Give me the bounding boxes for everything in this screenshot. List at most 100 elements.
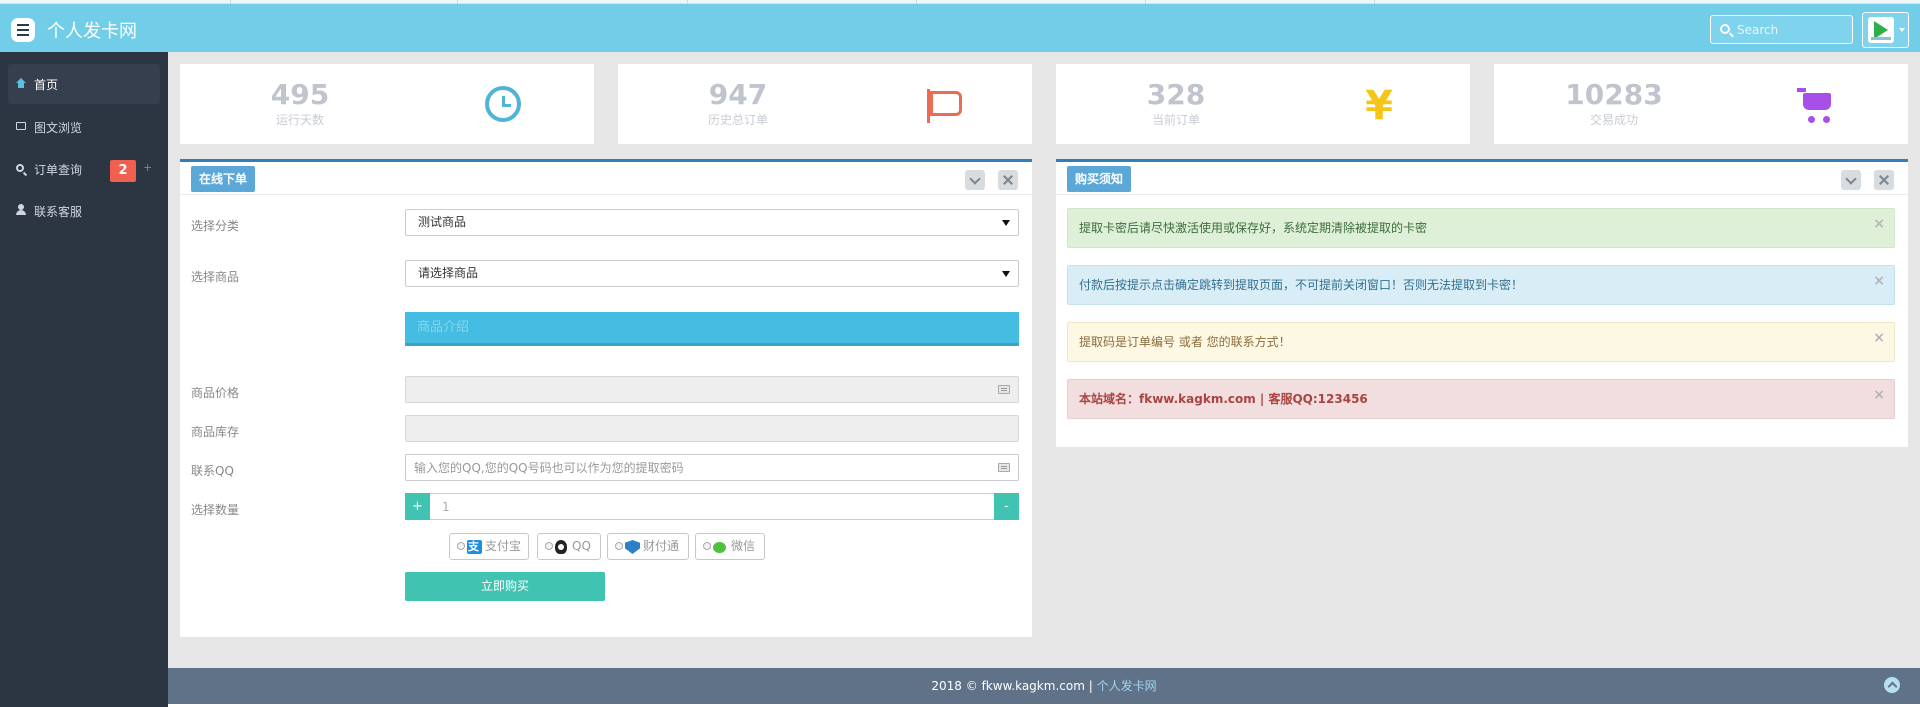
buy-now-button[interactable]: 立即购买 bbox=[405, 572, 605, 601]
payment-option-qq[interactable]: QQ bbox=[537, 533, 601, 560]
footer-link[interactable]: 个人发卡网 bbox=[1097, 679, 1157, 693]
sidebar-item-label: 联系客服 bbox=[34, 205, 83, 219]
expand-icon[interactable]: + bbox=[143, 161, 152, 174]
sidebar-item-label: 订单查询 bbox=[34, 163, 83, 177]
menu-icon bbox=[17, 29, 29, 31]
sidebar-item-home[interactable]: 首页 bbox=[8, 64, 160, 104]
sidebar-item-label: 首页 bbox=[34, 78, 59, 92]
radio-button[interactable] bbox=[545, 542, 553, 550]
tenpay-icon bbox=[625, 540, 640, 554]
radio-button[interactable] bbox=[615, 542, 623, 550]
radio-button[interactable] bbox=[703, 542, 711, 550]
quantity-input[interactable] bbox=[442, 498, 942, 516]
payment-label: 财付通 bbox=[643, 539, 680, 553]
sidebar-item-gallery[interactable]: 图文浏览 bbox=[8, 107, 160, 147]
notice-panel: 购买须知 提取卡密后请尽快激活使用或保存好，系统定期清除被提取的卡密 × 付款后… bbox=[1056, 159, 1908, 447]
price-label: 商品价格 bbox=[191, 386, 240, 400]
scroll-top-button[interactable] bbox=[1884, 677, 1900, 693]
qq-icon bbox=[555, 540, 567, 554]
clock-icon bbox=[485, 86, 521, 122]
stock-label: 商品库存 bbox=[191, 425, 240, 439]
qq-label: 联系QQ bbox=[191, 464, 234, 478]
cart-icon bbox=[1797, 86, 1837, 126]
quantity-minus-button[interactable]: - bbox=[994, 493, 1019, 520]
alert-success: 提取卡密后请尽快激活使用或保存好，系统定期清除被提取的卡密 × bbox=[1067, 208, 1895, 248]
card-icon bbox=[998, 463, 1010, 472]
footer-text: 2018 © fkww.kagkm.com | bbox=[931, 679, 1097, 693]
stat-value: 495 bbox=[270, 78, 330, 111]
panel-title: 购买须知 bbox=[1067, 166, 1132, 192]
stat-value: 328 bbox=[1146, 78, 1206, 111]
avatar bbox=[1868, 17, 1894, 43]
stat-card-successful-trades: 10283 交易成功 bbox=[1494, 64, 1908, 144]
stat-card-total-orders: 947 历史总订单 bbox=[618, 64, 1032, 144]
wechat-icon bbox=[713, 542, 726, 553]
stat-label: 交易成功 bbox=[1589, 113, 1638, 127]
alert-text: 提取卡密后请尽快激活使用或保存好，系统定期清除被提取的卡密 bbox=[1079, 221, 1428, 235]
qq-field bbox=[405, 454, 1019, 481]
chevron-down-icon bbox=[1899, 28, 1905, 32]
product-label: 选择商品 bbox=[191, 270, 240, 284]
payment-label: 支付宝 bbox=[485, 539, 522, 553]
qq-input[interactable] bbox=[414, 459, 974, 477]
alert-warning: 提取码是订单编号 或者 您的联系方式！ × bbox=[1067, 322, 1895, 362]
stat-value: 10283 bbox=[1565, 78, 1663, 111]
stat-value: 947 bbox=[708, 78, 768, 111]
category-select[interactable]: 测试商品 bbox=[405, 209, 1019, 236]
stat-label: 当前订单 bbox=[1151, 113, 1200, 127]
close-icon[interactable]: × bbox=[1873, 205, 1885, 243]
alert-info: 付款后按提示点击确定跳转到提取页面，不可提前关闭窗口！否则无法提取到卡密！ × bbox=[1067, 265, 1895, 305]
collapse-button[interactable] bbox=[965, 170, 985, 190]
stat-label: 运行天数 bbox=[275, 113, 324, 127]
alert-danger: 本站域名：fkww.kagkm.com | 客服QQ:123456 × bbox=[1067, 379, 1895, 419]
category-select-value: 测试商品 bbox=[418, 215, 467, 229]
radio-button[interactable] bbox=[457, 542, 465, 550]
order-panel: 在线下单 选择分类 测试商品 选择商品 请选择商品 商品介绍 商品价格 商品库存… bbox=[180, 159, 1032, 637]
alert-text: 提取码是订单编号 或者 您的联系方式！ bbox=[1079, 335, 1291, 349]
menu-toggle-button[interactable] bbox=[11, 18, 35, 42]
quantity-stepper: + - bbox=[405, 493, 1019, 520]
close-button[interactable] bbox=[998, 170, 1018, 190]
sidebar-item-order-query[interactable]: 订单查询 2 + bbox=[8, 149, 160, 189]
payment-label: QQ bbox=[572, 539, 591, 553]
quantity-plus-button[interactable]: + bbox=[405, 493, 430, 520]
close-button[interactable] bbox=[1874, 170, 1894, 190]
panel-title: 在线下单 bbox=[191, 166, 256, 192]
alert-text: 本站域名：fkww.kagkm.com | 客服QQ:123456 bbox=[1079, 392, 1368, 406]
product-select[interactable]: 请选择商品 bbox=[405, 260, 1019, 287]
category-label: 选择分类 bbox=[191, 219, 240, 233]
search-input[interactable] bbox=[1737, 20, 1847, 40]
yen-icon: ¥ bbox=[1365, 83, 1393, 129]
product-select-value: 请选择商品 bbox=[418, 266, 479, 280]
flag-icon bbox=[921, 86, 962, 126]
search-icon bbox=[1720, 24, 1730, 34]
image-icon bbox=[16, 122, 26, 130]
menu-icon bbox=[17, 34, 29, 36]
payment-methods: 支付宝 QQ 财付通 微信 bbox=[449, 533, 849, 561]
collapse-button[interactable] bbox=[1841, 170, 1861, 190]
product-intro-bar: 商品介绍 bbox=[405, 312, 1019, 346]
top-header: 个人发卡网 bbox=[0, 4, 1920, 52]
panel-header: 购买须知 bbox=[1056, 162, 1908, 195]
payment-option-alipay[interactable]: 支付宝 bbox=[449, 533, 529, 560]
menu-icon bbox=[17, 24, 29, 26]
panel-header: 在线下单 bbox=[180, 162, 1032, 195]
stat-label: 历史总订单 bbox=[707, 113, 768, 127]
user-icon bbox=[16, 204, 26, 215]
sidebar-item-support[interactable]: 联系客服 bbox=[8, 191, 160, 231]
payment-option-wechat[interactable]: 微信 bbox=[695, 533, 765, 560]
payment-option-tenpay[interactable]: 财付通 bbox=[607, 533, 689, 560]
search-box bbox=[1710, 15, 1853, 44]
user-menu-button[interactable] bbox=[1862, 12, 1909, 48]
sidebar-item-label: 图文浏览 bbox=[34, 121, 83, 135]
close-icon[interactable]: × bbox=[1873, 262, 1885, 300]
alipay-icon bbox=[467, 534, 482, 559]
order-count-badge: 2 bbox=[110, 160, 136, 182]
search-icon bbox=[16, 164, 24, 172]
close-icon[interactable]: × bbox=[1873, 319, 1885, 357]
app-title: 个人发卡网 bbox=[47, 21, 137, 42]
stat-card-running-days: 495 运行天数 bbox=[180, 64, 594, 144]
quantity-label: 选择数量 bbox=[191, 503, 240, 517]
payment-label: 微信 bbox=[731, 539, 756, 553]
close-icon[interactable]: × bbox=[1873, 376, 1885, 414]
